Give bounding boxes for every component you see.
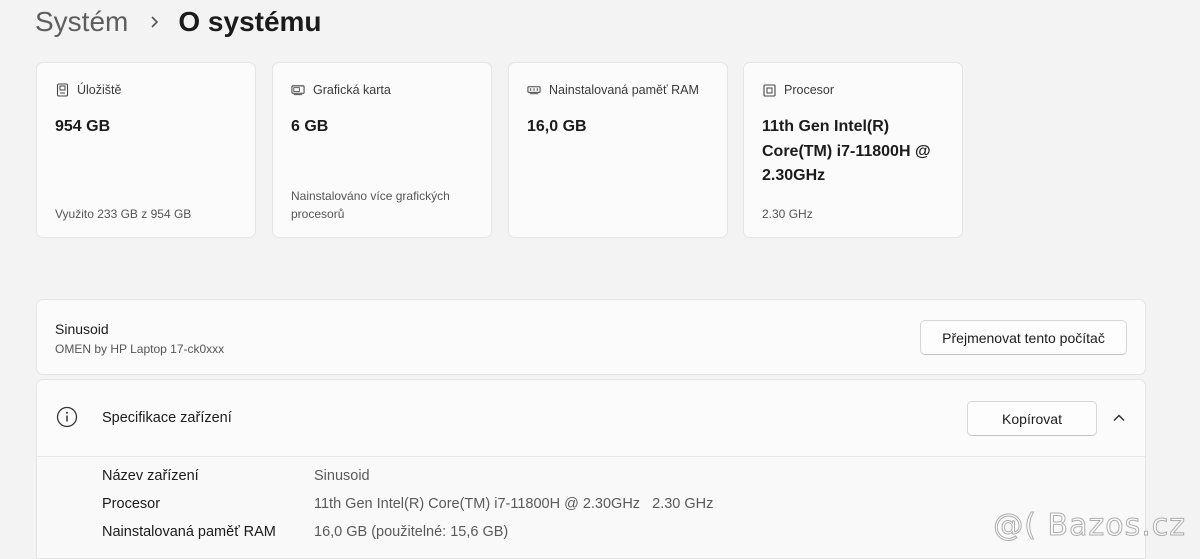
spec-value: 11th Gen Intel(R) Core(TM) i7-11800H @ 2… xyxy=(314,496,714,512)
breadcrumb: Systém O systému xyxy=(35,4,322,40)
processor-icon xyxy=(762,83,776,97)
chevron-right-icon xyxy=(148,15,162,29)
card-subtext: Využito 233 GB z 954 GB xyxy=(55,207,192,221)
graphics-card[interactable]: Grafická karta 6 GB Nainstalováno více g… xyxy=(272,62,492,238)
card-value: 6 GB xyxy=(291,118,329,135)
device-spec-title: Specifikace zařízení xyxy=(102,410,232,426)
storage-card[interactable]: Úložiště 954 GB Využito 233 GB z 954 GB xyxy=(36,62,256,238)
chevron-up-icon[interactable] xyxy=(1111,410,1127,426)
spec-value: 16,0 GB (použitelné: 15,6 GB) xyxy=(314,524,509,540)
copy-button[interactable]: Kopírovat xyxy=(967,401,1097,436)
device-name-panel: Sinusoid OMEN by HP Laptop 17-ck0xxx Pře… xyxy=(36,299,1146,375)
spec-key: Název zařízení xyxy=(102,468,199,484)
watermark: @( Bazos.cz xyxy=(993,508,1186,544)
processor-card[interactable]: Procesor 11th Gen Intel(R) Core(TM) i7-1… xyxy=(743,62,963,238)
device-model: OMEN by HP Laptop 17-ck0xxx xyxy=(55,342,225,356)
card-label: Procesor xyxy=(784,83,835,97)
breadcrumb-system[interactable]: Systém xyxy=(35,6,128,38)
card-subtext: Nainstalováno více grafických procesorů xyxy=(291,189,450,221)
card-value: 954 GB xyxy=(55,118,111,135)
storage-icon xyxy=(55,83,69,97)
spec-row: Název zařízení Sinusoid xyxy=(102,468,1145,492)
card-label: Grafická karta xyxy=(313,83,391,97)
device-name: Sinusoid xyxy=(55,321,109,337)
rename-pc-button[interactable]: Přejmenovat tento počítač xyxy=(920,320,1127,355)
spec-key: Procesor xyxy=(102,496,161,512)
graphics-card-icon xyxy=(291,83,305,97)
ram-icon xyxy=(527,83,541,97)
spec-key: Nainstalovaná paměť RAM xyxy=(102,524,276,540)
card-label: Úložiště xyxy=(77,83,122,97)
info-icon xyxy=(56,406,78,428)
device-spec-body: Název zařízení Sinusoid Procesor 11th Ge… xyxy=(37,457,1145,558)
spec-row: Procesor 11th Gen Intel(R) Core(TM) i7-1… xyxy=(102,496,1145,520)
ram-card[interactable]: Nainstalovaná paměť RAM 16,0 GB xyxy=(508,62,728,238)
card-subtext: 2.30 GHz xyxy=(762,207,813,221)
device-spec-panel: Specifikace zařízení Kopírovat Název zař… xyxy=(36,379,1146,559)
spec-value: Sinusoid xyxy=(314,468,370,484)
page-title: O systému xyxy=(178,6,322,37)
card-label: Nainstalovaná paměť RAM xyxy=(549,83,699,97)
card-value: 11th Gen Intel(R) Core(TM) i7-11800H @ 2… xyxy=(762,118,931,184)
spec-row: Nainstalovaná paměť RAM 16,0 GB (použite… xyxy=(102,524,1145,548)
device-spec-header[interactable]: Specifikace zařízení Kopírovat xyxy=(37,380,1145,457)
card-value: 16,0 GB xyxy=(527,118,587,135)
